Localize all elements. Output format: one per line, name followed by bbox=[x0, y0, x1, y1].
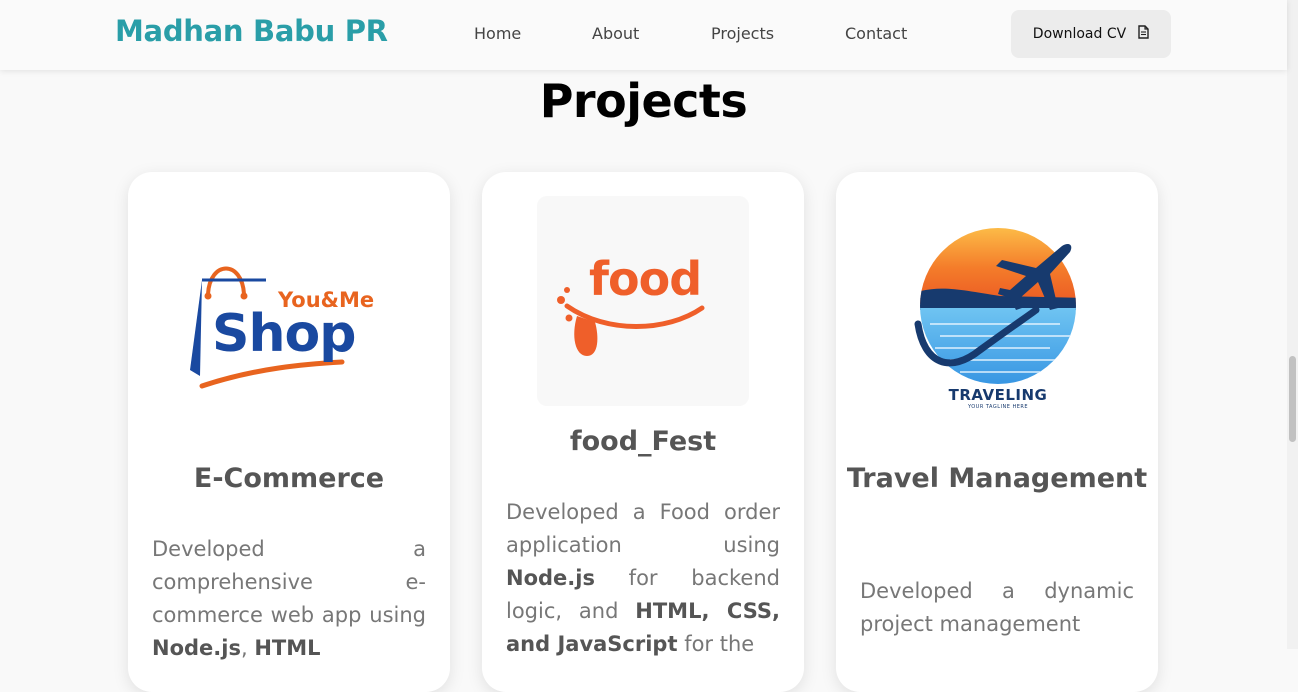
navbar: Madhan Babu PR Home About Projects Conta… bbox=[0, 0, 1287, 70]
project-title: food_Fest bbox=[569, 426, 717, 457]
scrollbar[interactable] bbox=[1287, 0, 1298, 649]
scrollbar-thumb[interactable] bbox=[1289, 356, 1296, 442]
project-description: Developed a dynamic project management bbox=[860, 579, 1134, 636]
travel-logo-tagline: YOUR TAGLINE HERE bbox=[967, 404, 1029, 410]
travel-logo-text: TRAVELING bbox=[948, 386, 1048, 404]
nav-contact[interactable]: Contact bbox=[845, 24, 907, 43]
download-cv-button[interactable]: Download CV bbox=[1011, 10, 1171, 58]
project-description: Developed a comprehensive e-commerce web… bbox=[152, 537, 426, 660]
page-title: Projects bbox=[539, 74, 748, 128]
project-card-food-fest[interactable]: food food_Fest Developed a Food order ap… bbox=[482, 172, 804, 692]
shop-logo-main-text: Shop bbox=[212, 304, 356, 364]
nav-about[interactable]: About bbox=[592, 24, 639, 43]
project-title: Travel Management bbox=[846, 463, 1148, 494]
shop-logo: You&Me Shop bbox=[186, 258, 396, 393]
project-card-travel[interactable]: TRAVELING YOUR TAGLINE HERE Travel Manag… bbox=[836, 172, 1158, 692]
project-description: Developed a Food order application using… bbox=[506, 500, 780, 656]
travel-logo: TRAVELING YOUR TAGLINE HERE bbox=[910, 224, 1090, 414]
download-cv-label: Download CV bbox=[1032, 26, 1127, 42]
project-title: E-Commerce bbox=[193, 463, 385, 494]
nav-home[interactable]: Home bbox=[474, 24, 521, 43]
brand-name[interactable]: Madhan Babu PR bbox=[115, 14, 388, 48]
document-icon bbox=[1138, 25, 1149, 43]
nav-projects[interactable]: Projects bbox=[711, 24, 774, 43]
food-logo: food bbox=[537, 196, 749, 406]
project-card-ecommerce[interactable]: You&Me Shop E-Commerce Developed a compr… bbox=[128, 172, 450, 692]
